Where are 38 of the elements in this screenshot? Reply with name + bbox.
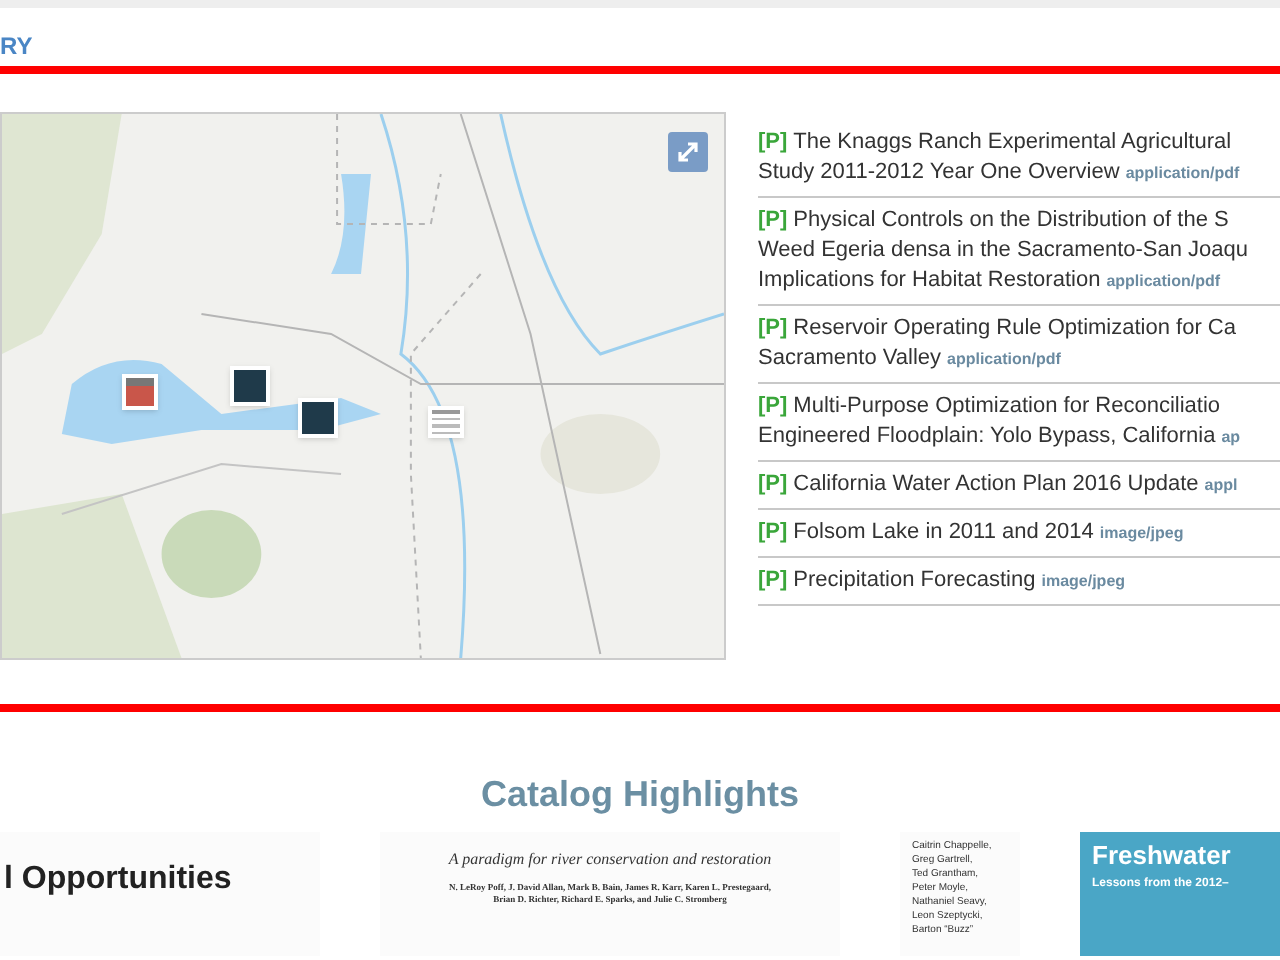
document-heading: l Opportunities	[4, 862, 232, 896]
peer-reviewed-tag: [P]	[758, 470, 788, 500]
resource-link[interactable]: Reservoir Operating Rule Optimization for Ca	[793, 314, 1236, 344]
resource-link[interactable]: California Water Action Plan 2016 Update	[793, 470, 1199, 500]
map-marker[interactable]	[230, 366, 270, 406]
resource-link[interactable]: Study 2011-2012 Year One Overview	[758, 158, 1120, 188]
resource-link[interactable]: Folsom Lake in 2011 and 2014	[793, 518, 1094, 548]
map-marker[interactable]	[122, 374, 158, 410]
expand-icon	[676, 140, 700, 164]
peer-reviewed-tag: [P]	[758, 314, 788, 344]
document-thumbnail[interactable]: l Opportunities	[0, 832, 320, 956]
peer-reviewed-tag: [P]	[758, 128, 788, 158]
resource-link[interactable]: Engineered Floodplain: Yolo Bypass, California	[758, 422, 1216, 452]
cover-title: Freshwater	[1092, 838, 1233, 874]
file-type: ap	[1221, 426, 1241, 450]
resource-link[interactable]: Implications for Habitat Restoration	[758, 266, 1101, 296]
file-type: appl	[1204, 474, 1238, 498]
resource-link[interactable]: Precipitation Forecasting	[793, 566, 1036, 596]
section-heading: Catalog Highlights	[481, 772, 799, 818]
resource-link[interactable]: Sacramento Valley	[758, 344, 942, 374]
resource-link[interactable]: Multi-Purpose Optimization for Reconciliatio	[793, 392, 1221, 422]
map-marker[interactable]	[298, 398, 338, 438]
resource-link[interactable]: The Knaggs Ranch Experimental Agricultural	[793, 128, 1232, 158]
peer-reviewed-tag: [P]	[758, 518, 788, 548]
section-title: RY	[0, 32, 33, 64]
file-type: image/jpeg	[1041, 570, 1126, 594]
file-type: application/pdf	[1106, 270, 1221, 294]
map-marker[interactable]	[428, 406, 464, 438]
file-type: image/jpeg	[1099, 522, 1184, 546]
file-type: application/pdf	[947, 348, 1061, 372]
file-type: application/pdf	[1125, 162, 1240, 186]
peer-reviewed-tag: [P]	[758, 206, 788, 236]
peer-reviewed-tag: [P]	[758, 392, 788, 422]
resource-link[interactable]: Weed Egeria densa in the Sacramento-San Joaqu	[758, 236, 1249, 266]
document-subtitle: A paradigm for river conservation and restoration	[448, 848, 772, 872]
expand-button[interactable]	[668, 132, 708, 172]
peer-reviewed-tag: [P]	[758, 566, 788, 596]
resource-link[interactable]: Physical Controls on the Distribution of the S	[793, 206, 1229, 236]
